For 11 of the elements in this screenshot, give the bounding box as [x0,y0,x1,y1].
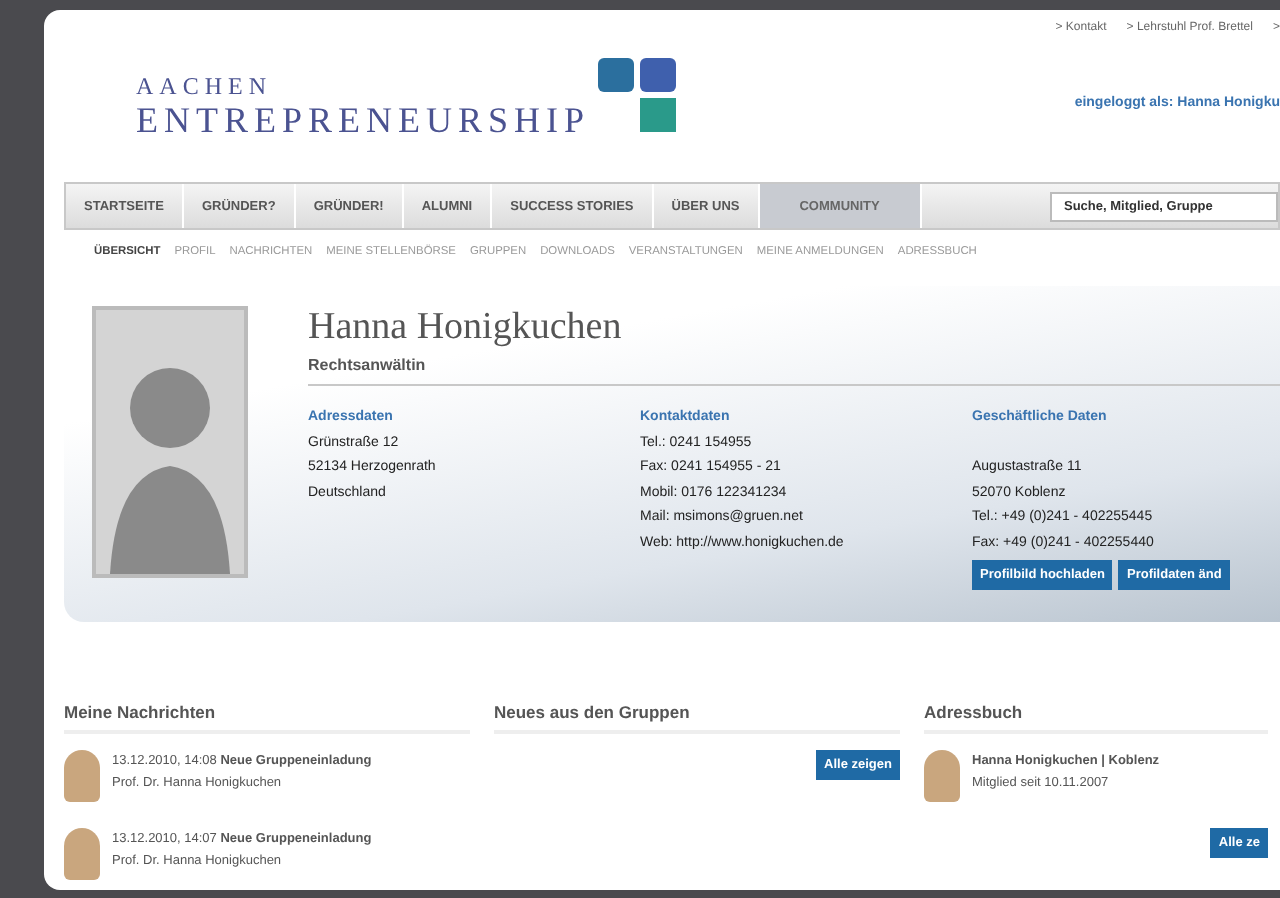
section-heading: Neues aus den Gruppen [494,702,900,734]
logo-text: ENTREPRENEURSHIP [136,102,591,138]
profile-title: Rechtsanwältin [308,350,1280,386]
avatar-icon [924,750,960,802]
logo-text: AACHEN [136,72,274,102]
avatar-icon [64,750,100,802]
section-heading: Meine Nachrichten [64,702,470,734]
avatar-icon [64,828,100,880]
squares-logo-icon [598,58,679,134]
profile-name: Hanna Honigkuchen [308,306,624,350]
section-heading: Adressbuch [924,702,1268,734]
